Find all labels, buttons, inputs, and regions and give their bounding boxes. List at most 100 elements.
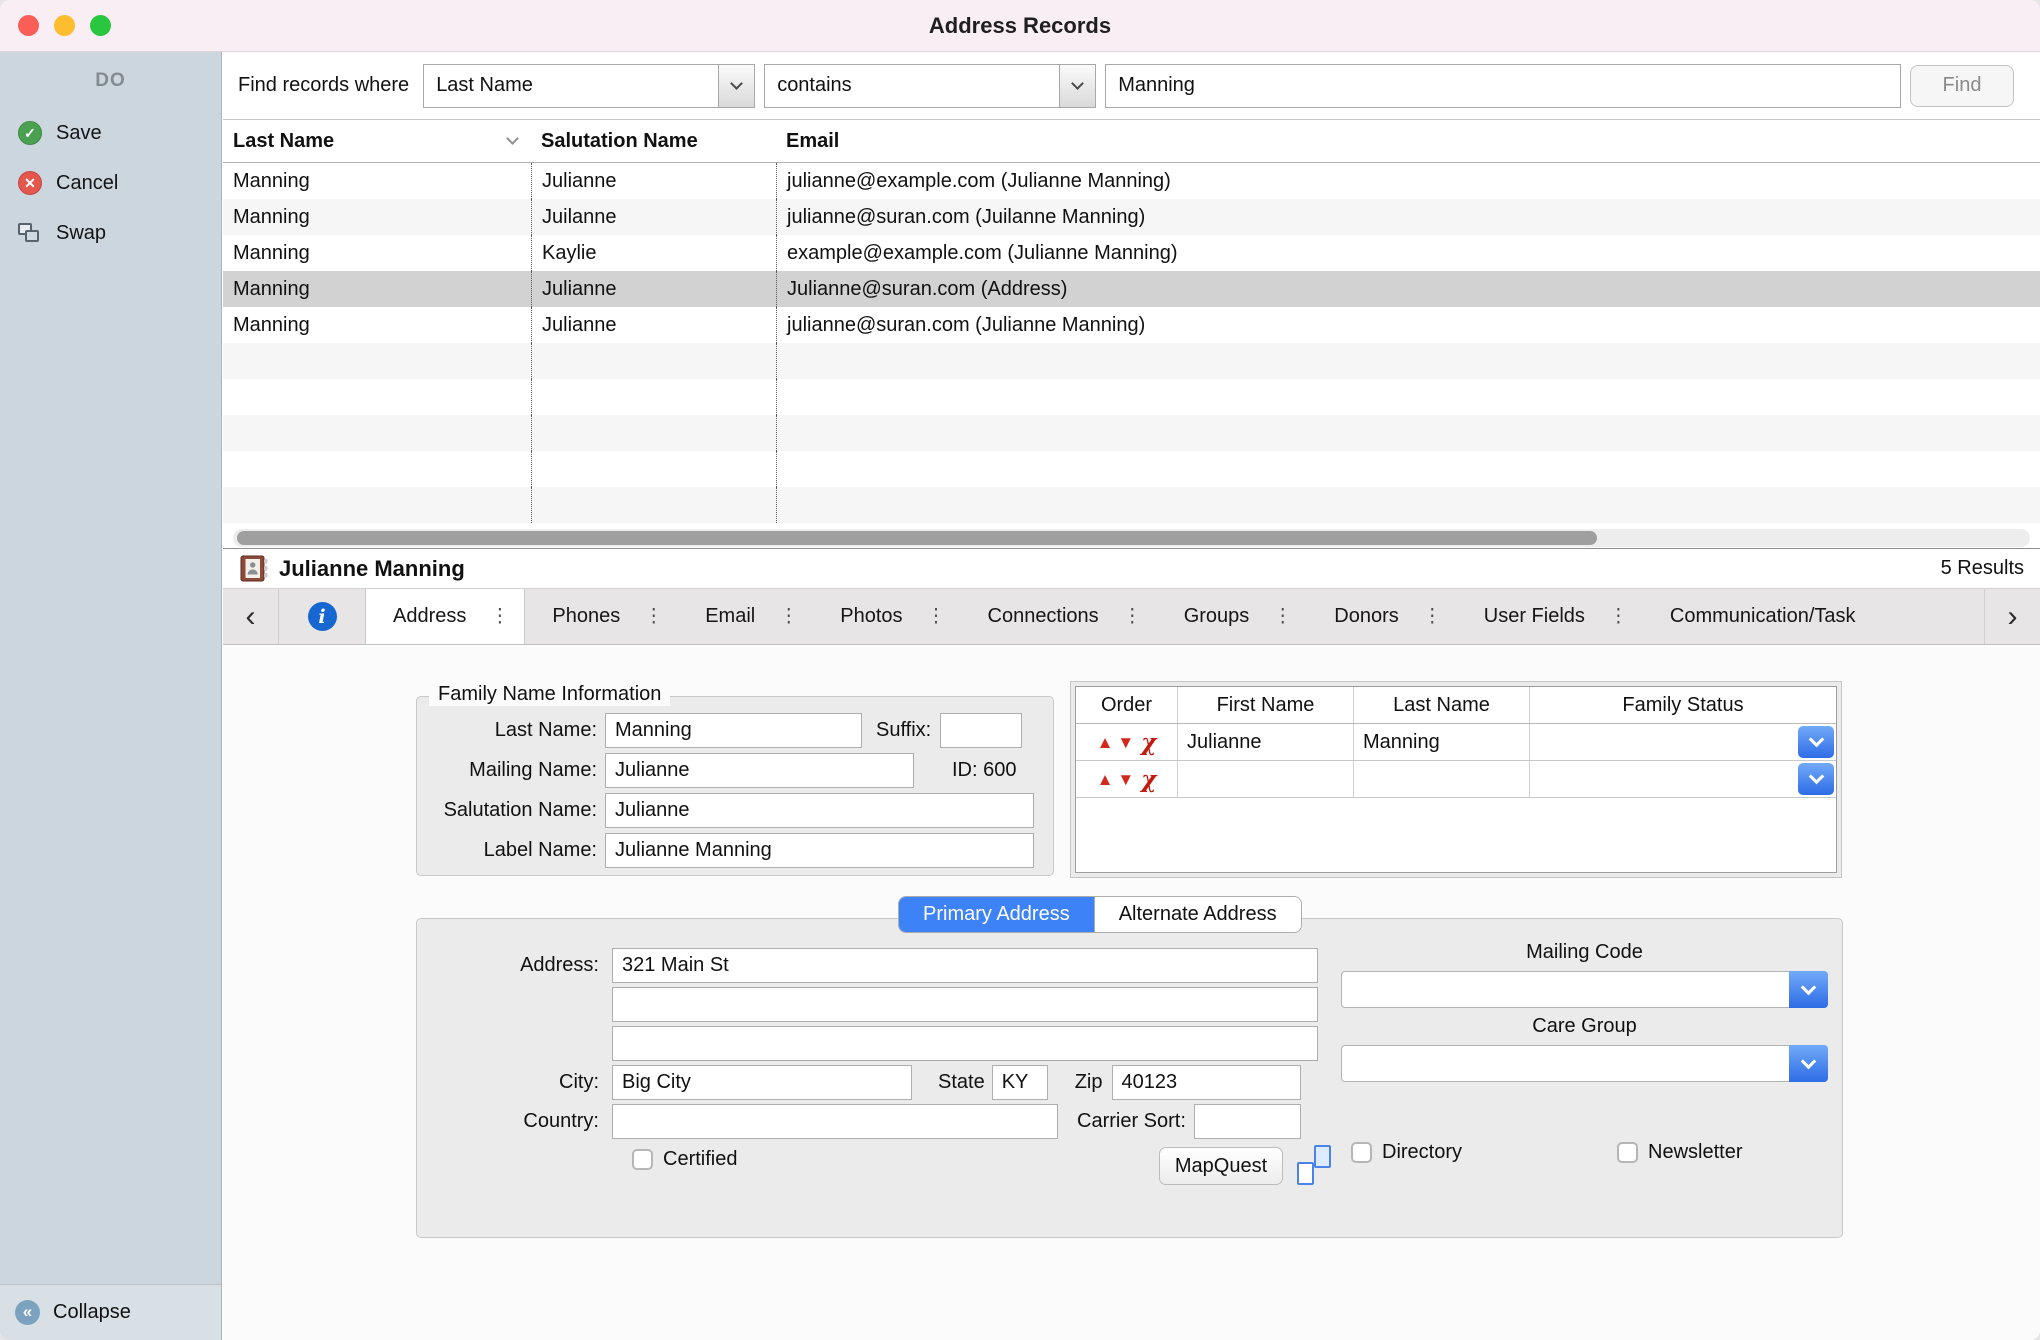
tab-phones[interactable]: Phones⋮ [525,589,678,644]
salutation-name-input[interactable] [605,793,1034,828]
find-operator-value: contains [765,74,1059,97]
save-button[interactable]: ✓ Save [0,108,221,158]
find-button[interactable]: Find [1910,65,2014,107]
horizontal-scrollbar-thumb[interactable] [237,531,1597,545]
city-input[interactable] [612,1065,912,1100]
label-name-label: Label Name: [417,839,605,862]
country-input[interactable] [612,1104,1058,1139]
member-last-name[interactable] [1354,761,1530,797]
mailing-name-input[interactable] [605,753,914,788]
city-label: City: [417,1071,612,1094]
address-label: Address: [417,954,612,977]
mailing-code-select[interactable] [1341,971,1828,1008]
members-column-order: Order [1076,687,1178,723]
remove-member-button[interactable]: χ [1141,768,1156,791]
tab-handle-icon: ⋮ [1273,605,1292,628]
member-first-name[interactable] [1178,761,1354,797]
directory-checkbox[interactable] [1351,1142,1372,1163]
tab-user-fields[interactable]: User Fields⋮ [1457,589,1643,644]
member-row-1: ▲ ▼ χ Julianne Manning [1076,724,1836,761]
member-family-status[interactable] [1530,724,1836,760]
state-input[interactable] [992,1065,1048,1100]
carrier-sort-input[interactable] [1194,1104,1301,1139]
copy-address-icon[interactable] [1297,1145,1331,1185]
empty-row [223,415,2040,451]
zoom-window-button[interactable] [90,15,111,36]
result-row-4-selected[interactable]: Manning Julianne Julianne@suran.com (Add… [223,271,2040,307]
column-header-salutation[interactable]: Salutation Name [531,120,776,162]
move-down-button[interactable]: ▼ [1117,771,1134,788]
minimize-window-button[interactable] [54,15,75,36]
certified-checkbox[interactable] [632,1149,653,1170]
member-first-name[interactable]: Julianne [1178,724,1354,760]
newsletter-checkbox[interactable] [1617,1142,1638,1163]
alternate-address-tab[interactable]: Alternate Address [1094,897,1301,932]
tab-address[interactable]: Address⋮ [365,589,525,644]
close-window-button[interactable] [18,15,39,36]
mapquest-button[interactable]: MapQuest [1159,1147,1283,1185]
save-check-icon: ✓ [18,121,42,145]
cancel-button[interactable]: ✕ Cancel [0,158,221,208]
last-name-input[interactable] [605,713,862,748]
swap-button[interactable]: Swap [0,208,221,258]
empty-row [223,379,2040,415]
family-members-table: Order First Name Last Name Family Status… [1070,681,1842,878]
care-group-label: Care Group [1341,1015,1828,1038]
result-row-2[interactable]: Manning Juilanne julianne@suran.com (Jui… [223,199,2040,235]
directory-label: Directory [1382,1141,1462,1164]
cancel-label: Cancel [56,172,118,195]
tab-groups[interactable]: Groups⋮ [1157,589,1308,644]
care-group-select[interactable] [1341,1045,1828,1082]
member-family-status[interactable] [1530,761,1836,797]
find-field-select[interactable]: Last Name [423,64,755,108]
family-box-title: Family Name Information [429,683,670,706]
tab-communication-task[interactable]: Communication/Task [1643,589,1871,644]
address-line1-input[interactable] [612,948,1318,983]
info-tab[interactable]: i [279,589,365,644]
address-line3-input[interactable] [612,1026,1318,1061]
horizontal-scrollbar[interactable] [233,529,2030,547]
family-status-dropdown-button[interactable] [1798,763,1834,795]
find-operator-select[interactable]: contains [764,64,1096,108]
results-body: Manning Julianne julianne@example.com (J… [223,163,2040,523]
column-header-email[interactable]: Email [776,120,2040,162]
collapse-button[interactable]: « Collapse [0,1284,221,1340]
result-row-1[interactable]: Manning Julianne julianne@example.com (J… [223,163,2040,199]
find-field-chevron-icon [718,65,754,107]
tab-email[interactable]: Email⋮ [678,589,813,644]
result-row-3[interactable]: Manning Kaylie example@example.com (Juli… [223,235,2040,271]
tabs-scroll-left-button[interactable]: ‹ [223,589,279,644]
state-label: State [938,1071,985,1094]
zip-input[interactable] [1112,1065,1301,1100]
primary-address-tab[interactable]: Primary Address [899,897,1094,932]
move-up-button[interactable]: ▲ [1097,734,1114,751]
directory-option: Directory [1351,1141,1462,1164]
family-status-dropdown-button[interactable] [1798,726,1834,758]
suffix-label: Suffix: [876,719,931,742]
last-name-label: Last Name: [417,719,605,742]
move-down-button[interactable]: ▼ [1117,734,1134,751]
result-row-5[interactable]: Manning Julianne julianne@suran.com (Jul… [223,307,2040,343]
tab-photos[interactable]: Photos⋮ [813,589,960,644]
collapse-chevron-icon: « [15,1300,40,1325]
tab-handle-icon: ⋮ [1123,605,1142,628]
traffic-lights [18,15,111,36]
column-header-last-name[interactable]: Last Name [223,120,531,162]
remove-member-button[interactable]: χ [1141,731,1156,754]
results-count: 5 Results [1941,557,2024,580]
address-line2-input[interactable] [612,987,1318,1022]
tab-donors[interactable]: Donors⋮ [1307,589,1456,644]
cancel-x-icon: ✕ [18,171,42,195]
label-name-input[interactable] [605,833,1034,868]
suffix-input[interactable] [940,713,1022,748]
tabs-scroll-right-button[interactable]: › [1984,589,2040,644]
move-up-button[interactable]: ▲ [1097,771,1114,788]
search-input[interactable] [1105,64,1901,108]
mailing-code-chevron-icon [1789,971,1828,1008]
member-last-name[interactable]: Manning [1354,724,1530,760]
members-column-family-status: Family Status [1530,687,1836,723]
tab-connections[interactable]: Connections⋮ [961,589,1157,644]
members-column-last-name: Last Name [1354,687,1530,723]
newsletter-option: Newsletter [1617,1141,1742,1164]
tab-handle-icon: ⋮ [1609,605,1628,628]
